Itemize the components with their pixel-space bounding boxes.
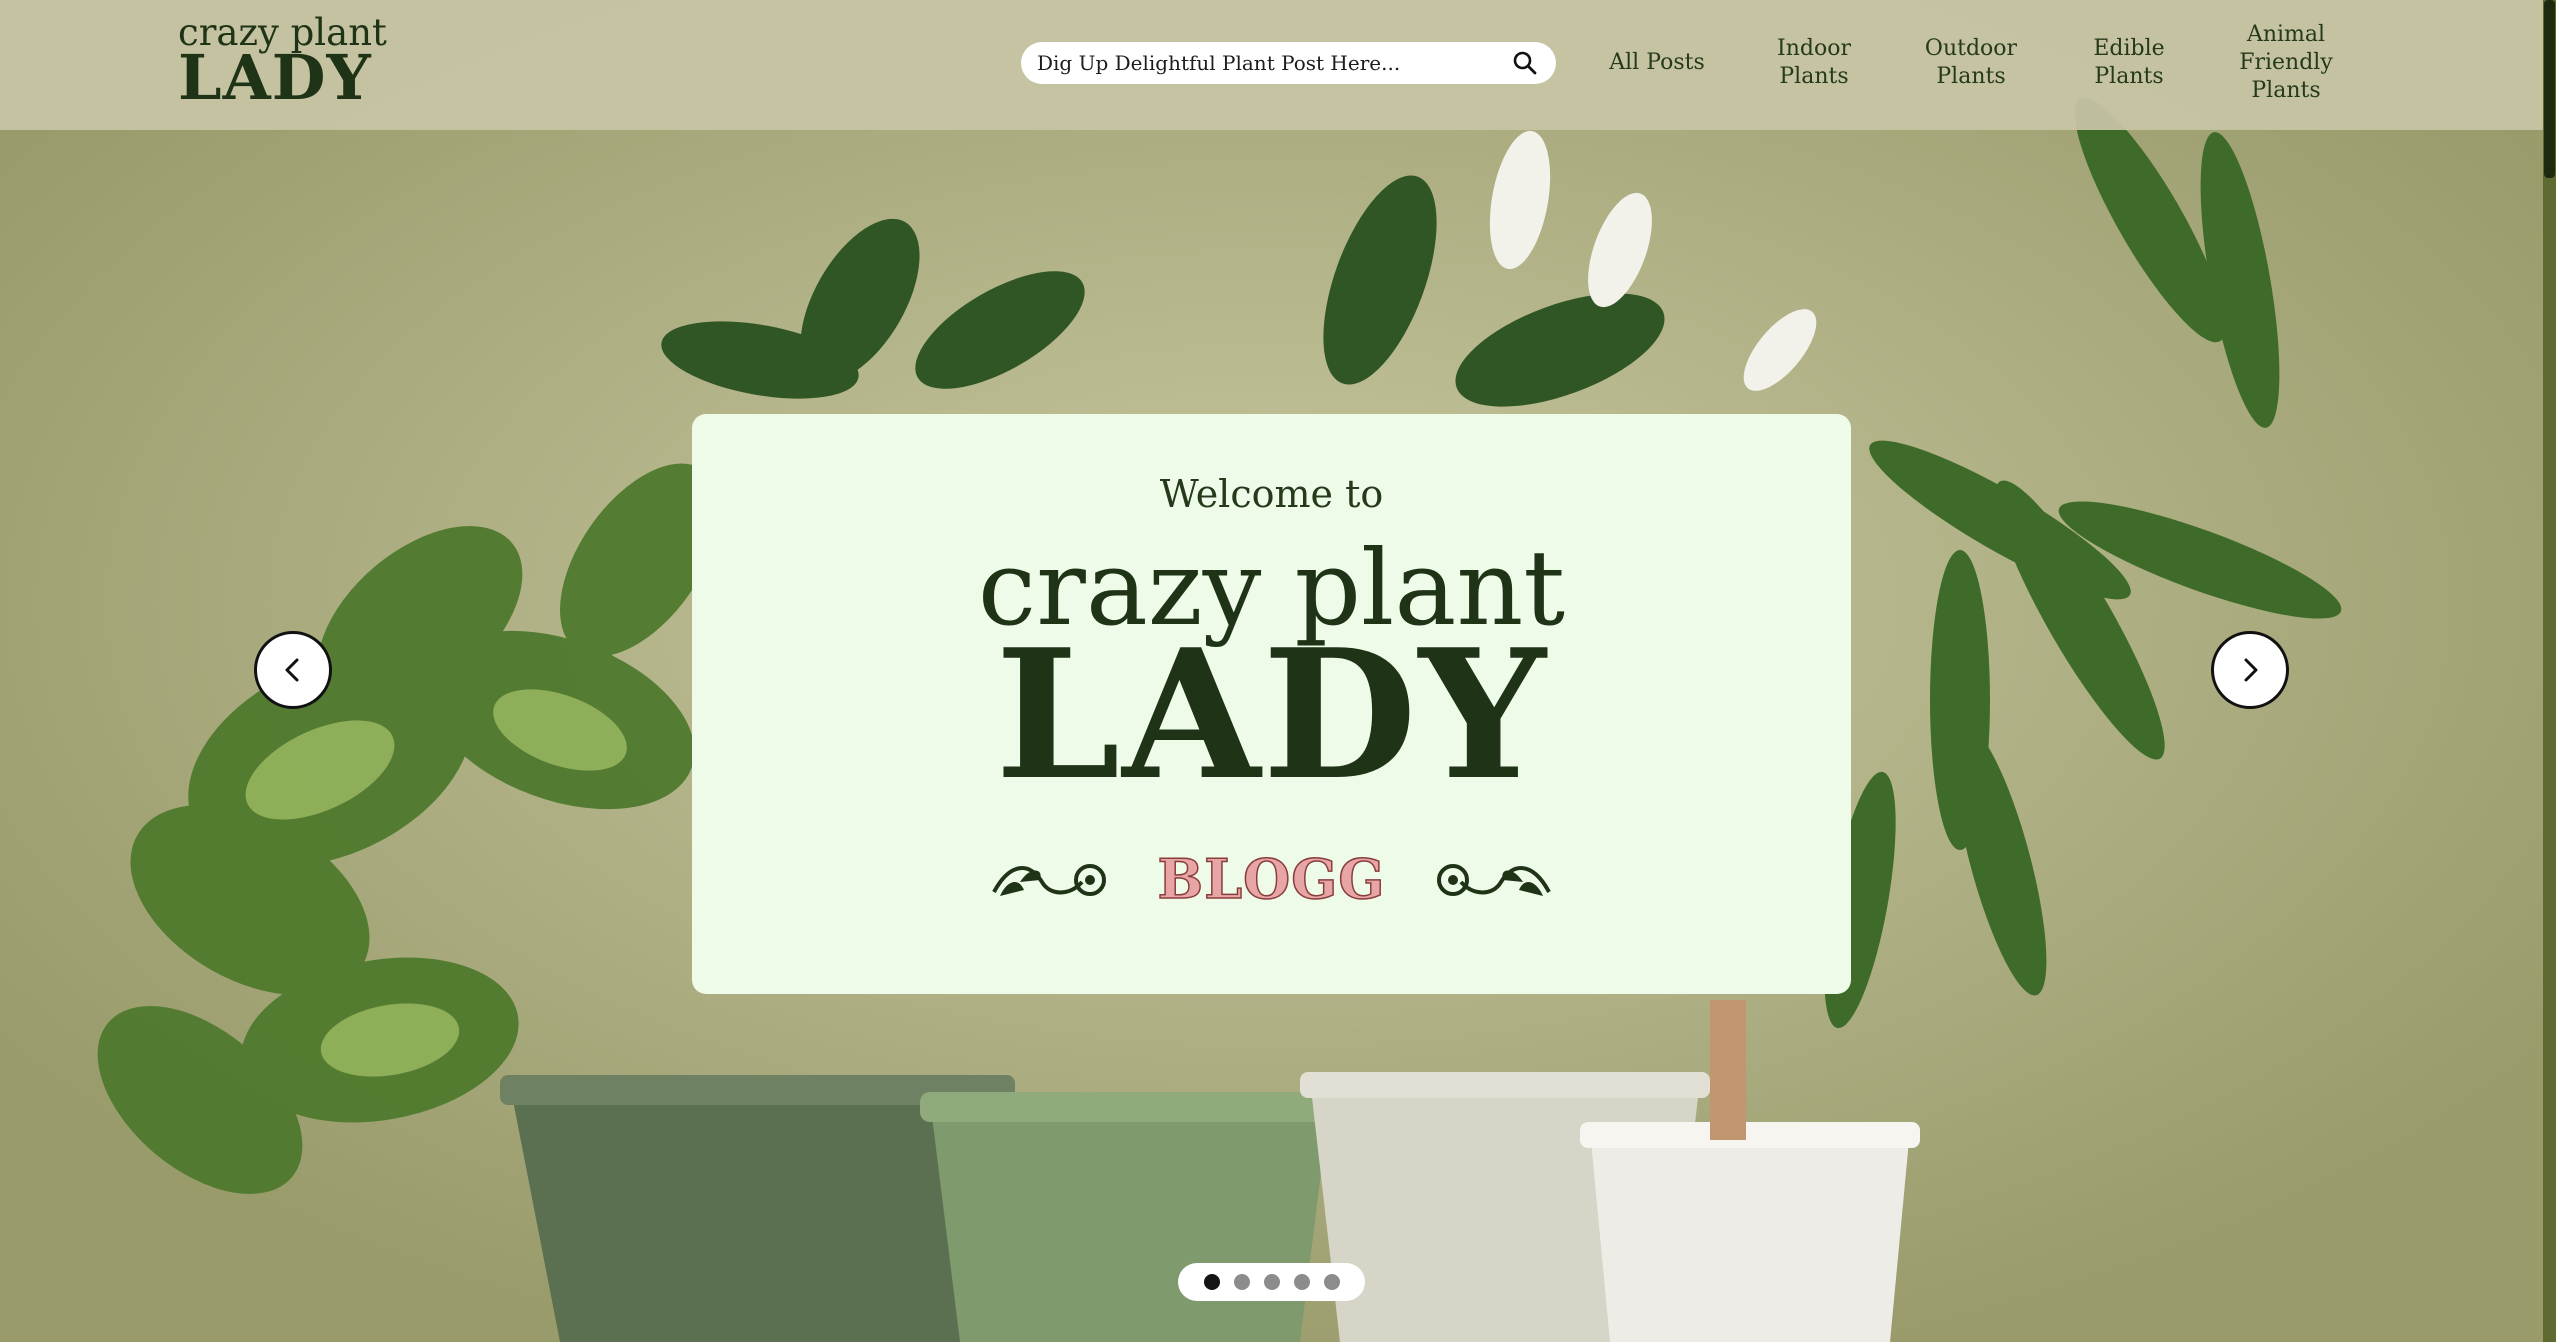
carousel-next-button[interactable] <box>2211 631 2289 709</box>
flourish-right-icon <box>1437 864 1552 896</box>
welcome-card: Welcome to crazy plant LADY BLOGG <box>692 414 1851 994</box>
nav-all-posts[interactable]: All Posts <box>1598 49 1716 77</box>
nav-animal-friendly-plants[interactable]: Animal Friendly Plants <box>2230 21 2342 105</box>
welcome-text: Welcome to <box>1159 472 1384 516</box>
nav-outdoor-plants[interactable]: Outdoor Plants <box>1915 35 2027 91</box>
carousel-dot-1[interactable] <box>1203 1274 1220 1290</box>
scrollbar-thumb[interactable] <box>2544 0 2555 178</box>
carousel-dot-2[interactable] <box>1233 1274 1250 1290</box>
carousel-dot-5[interactable] <box>1323 1274 1340 1290</box>
nav-indoor-plants[interactable]: Indoor Plants <box>1760 35 1868 91</box>
carousel-indicators <box>1178 1263 1365 1301</box>
search-input[interactable] <box>1037 51 1510 75</box>
flourish-left-icon <box>991 864 1106 896</box>
brand-title-bottom: LADY <box>995 610 1548 819</box>
carousel-prev-button[interactable] <box>254 631 332 709</box>
magnifier-icon[interactable] <box>1510 48 1540 78</box>
chevron-left-icon <box>285 658 299 682</box>
search-bar <box>1021 42 1556 84</box>
page-scrollbar[interactable] <box>2543 0 2556 1342</box>
logo-bottom-text: LADY <box>178 41 372 114</box>
tagline-text: BLOGG <box>1157 846 1386 912</box>
site-logo[interactable]: crazy plant LADY <box>178 14 387 109</box>
site-header: crazy plant LADY All Posts Indoor Plants… <box>0 0 2543 130</box>
carousel-dot-3[interactable] <box>1263 1274 1280 1290</box>
nav-edible-plants[interactable]: Edible Plants <box>2073 35 2185 91</box>
tagline-row: BLOGG <box>692 844 1851 914</box>
carousel-dot-4[interactable] <box>1293 1274 1310 1290</box>
chevron-right-icon <box>2244 658 2258 682</box>
